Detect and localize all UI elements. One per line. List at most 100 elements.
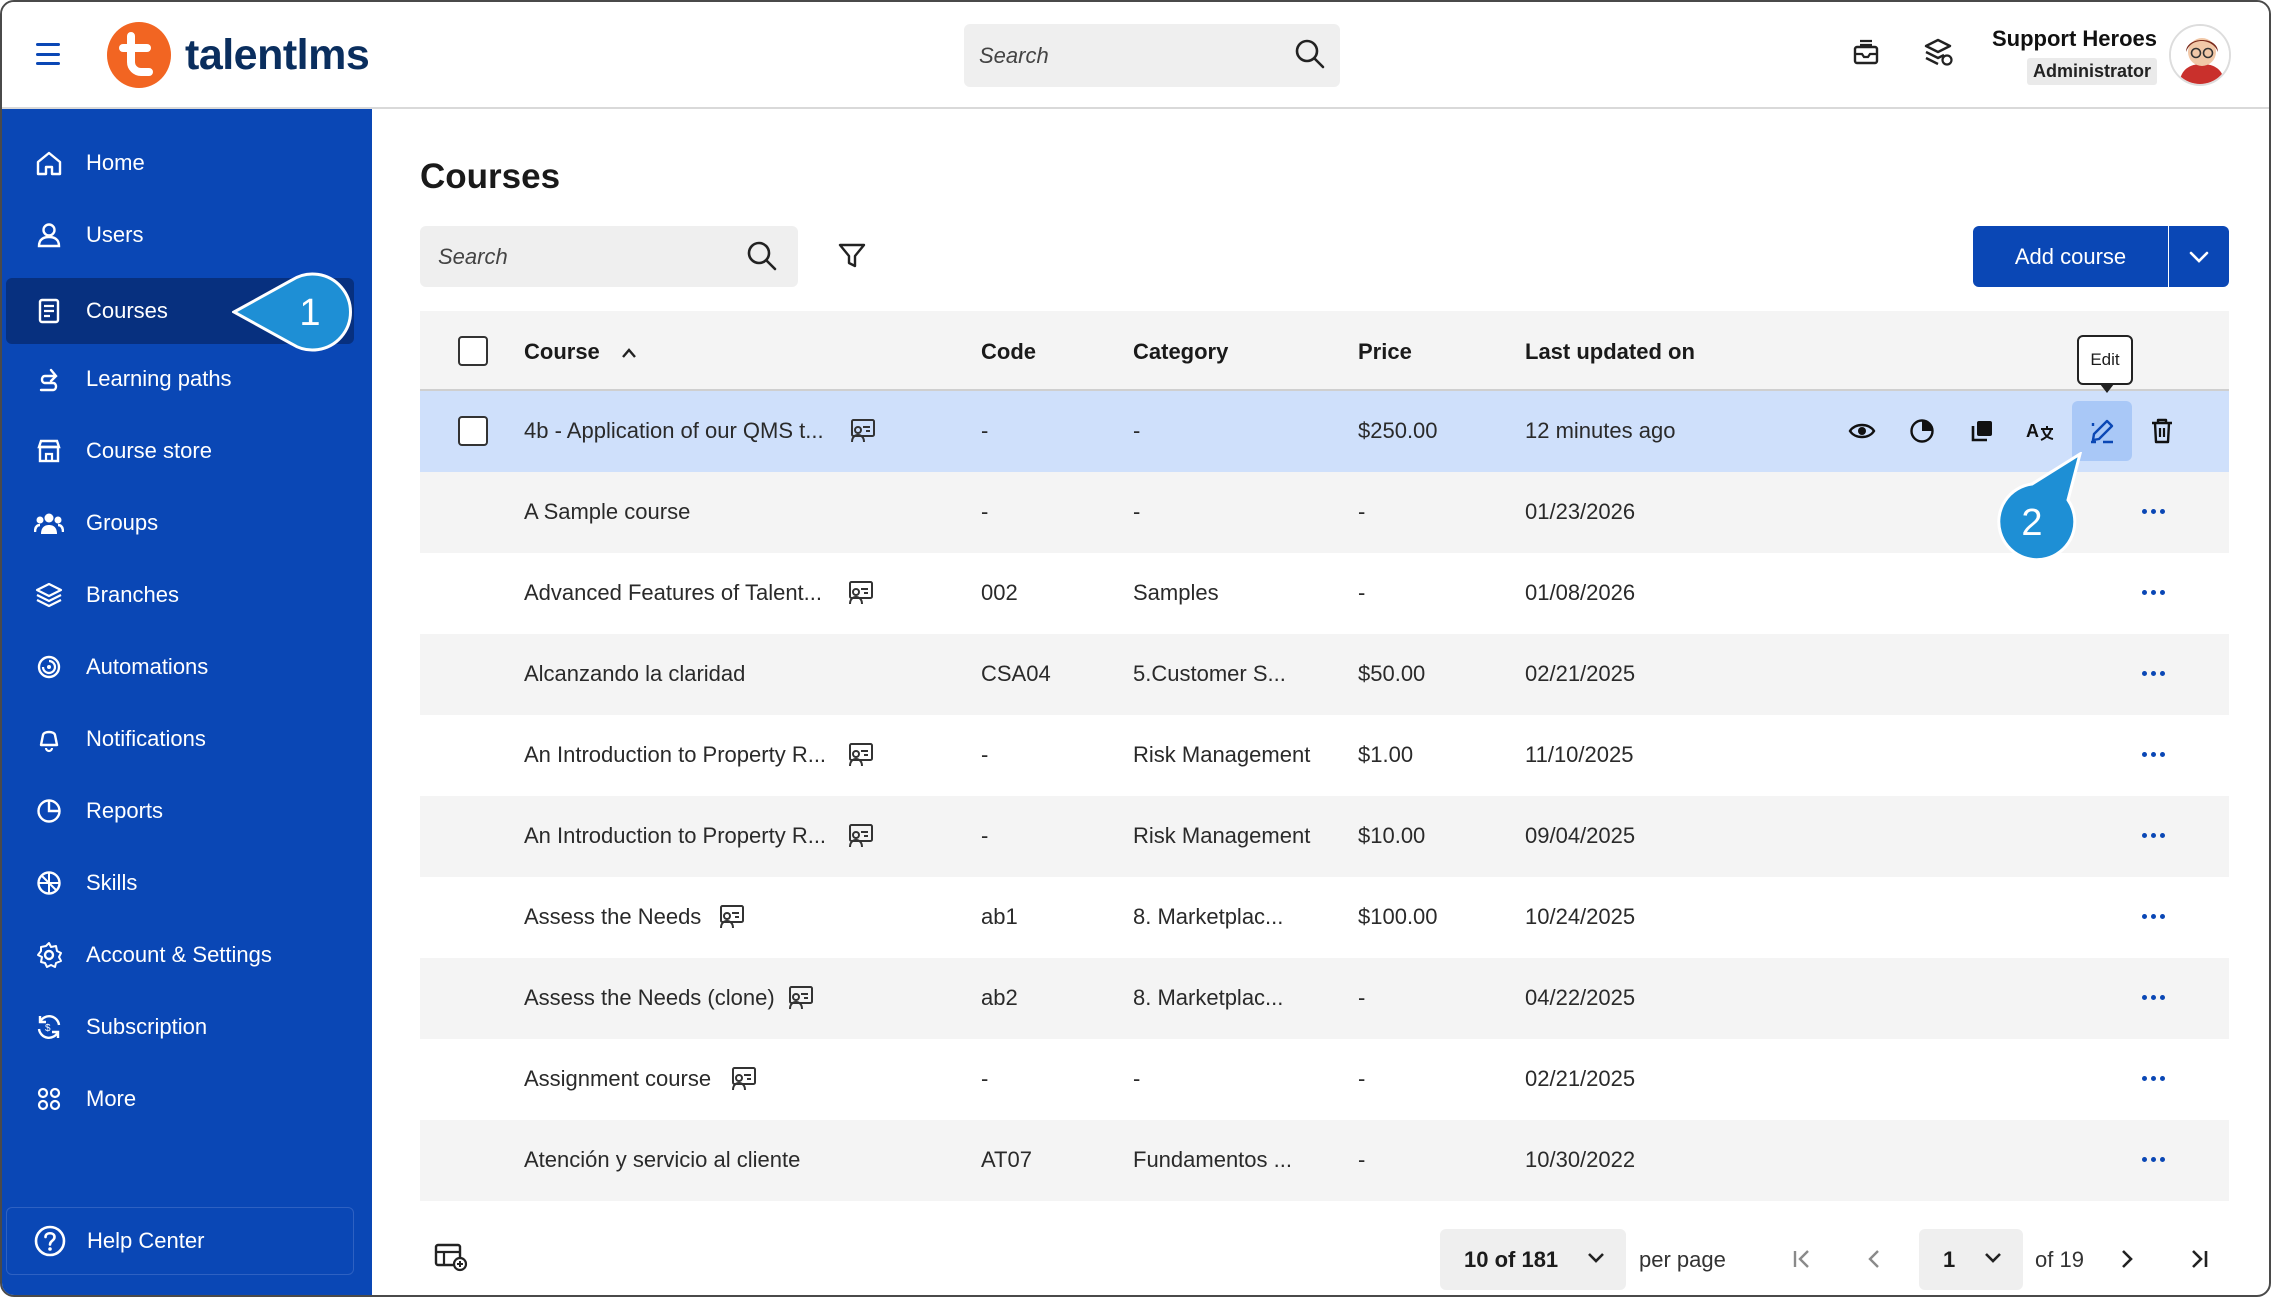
table-row[interactable]: An Introduction to Property R... - Risk … [420,796,2229,877]
courses-icon [32,294,66,328]
sort-asc-icon[interactable] [620,347,638,359]
course-name[interactable]: Alcanzando la claridad [524,661,745,687]
row-actions-menu-icon[interactable] [2142,671,2165,676]
table-row[interactable]: Atención y servicio al cliente AT07 Fund… [420,1120,2229,1201]
course-name[interactable]: An Introduction to Property R... [524,823,826,849]
course-name[interactable]: 4b - Application of our QMS t... [524,418,824,444]
sidebar-item-label: Automations [86,654,209,679]
preview-eye-icon[interactable] [1842,411,1882,451]
global-search-input[interactable] [979,24,1279,87]
course-updated: 11/10/2025 [1525,742,1634,767]
select-all-checkbox[interactable] [458,336,488,366]
course-category: 8. Marketplac... [1133,985,1284,1010]
export-table-icon[interactable] [434,1242,468,1277]
course-code: - [981,499,989,524]
clone-icon[interactable] [1962,411,2002,451]
courses-search[interactable] [420,226,798,287]
messages-icon[interactable] [1850,36,1884,70]
course-name[interactable]: Advanced Features of Talent... [524,580,822,606]
sidebar-item-label: Learning paths [86,366,232,391]
add-course-dropdown[interactable] [2169,226,2229,287]
column-category[interactable]: Category [1133,339,1228,365]
course-name[interactable]: A Sample course [524,499,690,525]
row-actions-menu-icon[interactable] [2142,1157,2165,1162]
row-actions-menu-icon[interactable] [2142,752,2165,757]
page-select[interactable]: 1 [1919,1229,2023,1290]
avatar[interactable] [2169,24,2231,86]
add-course-button[interactable]: Add course [1973,226,2168,287]
courses-search-input[interactable] [438,226,738,287]
sidebar-item-groups[interactable]: Groups [6,490,354,556]
reports-pie-icon[interactable] [1902,411,1942,451]
row-actions-menu-icon[interactable] [2142,1076,2165,1081]
translate-icon[interactable]: A [2020,411,2060,451]
row-checkbox[interactable] [458,416,488,446]
course-price: - [1358,985,1366,1010]
search-icon[interactable] [1294,38,1326,75]
course-name[interactable]: Assess the Needs (clone) [524,985,775,1011]
course-updated: 02/21/2025 [1525,1066,1636,1091]
next-page-icon[interactable] [2109,1242,2143,1276]
hamburger-menu-icon[interactable] [36,43,60,65]
course-name[interactable]: Atención y servicio al cliente [524,1147,800,1173]
column-price[interactable]: Price [1358,339,1412,365]
filter-icon[interactable] [837,242,867,275]
row-actions-menu-icon[interactable] [2142,509,2165,514]
user-icon [32,218,66,252]
help-center-button[interactable]: Help Center [6,1207,354,1275]
sidebar-item-more[interactable]: More [6,1066,354,1132]
user-name[interactable]: Support Heroes [1992,26,2157,52]
sidebar-item-reports[interactable]: Reports [6,778,354,844]
courses-table: Course Code Category Price Last updated … [420,311,2229,1201]
delete-trash-icon[interactable] [2142,411,2182,451]
sidebar-item-subscription[interactable]: $ Subscription [6,994,354,1060]
global-search[interactable] [964,24,1340,87]
sidebar-item-home[interactable]: Home [6,130,354,196]
search-icon[interactable] [746,240,778,277]
sidebar-item-automations[interactable]: Automations [6,634,354,700]
table-row[interactable]: A Sample course - - - 01/23/2026 [420,472,2229,553]
sidebar-item-users[interactable]: Users [6,202,354,268]
column-code[interactable]: Code [981,339,1036,365]
course-name[interactable]: An Introduction to Property R... [524,742,826,768]
instructor-led-icon [717,902,747,930]
sidebar-item-label: Course store [86,438,212,463]
course-name[interactable]: Assess the Needs [524,904,701,930]
table-row[interactable]: Assess the Needs (clone) ab2 8. Marketpl… [420,958,2229,1039]
table-row[interactable]: Advanced Features of Talent... 002 Sampl… [420,553,2229,634]
course-category: 8. Marketplac... [1133,904,1284,929]
table-row[interactable]: Assess the Needs ab1 8. Marketplac... $1… [420,877,2229,958]
course-code: - [981,418,989,443]
sidebar-item-account-settings[interactable]: Account & Settings [6,922,354,988]
sidebar-item-branches[interactable]: Branches [6,562,354,628]
previous-page-icon[interactable] [1858,1242,1892,1276]
row-actions-menu-icon[interactable] [2142,833,2165,838]
sidebar-item-label: Skills [86,870,138,895]
first-page-icon[interactable] [1785,1242,1819,1276]
sidebar-item-learning-paths[interactable]: Learning paths [6,346,354,412]
row-actions-menu-icon[interactable] [2142,590,2165,595]
sidebar-item-notifications[interactable]: Notifications [6,706,354,772]
per-page-select[interactable]: 10 of 181 [1440,1229,1626,1290]
course-price: - [1358,499,1366,524]
row-actions-menu-icon[interactable] [2142,995,2165,1000]
user-role-badge[interactable]: Administrator [2026,58,2157,85]
sidebar-item-skills[interactable]: Skills [6,850,354,916]
instructor-led-icon [846,740,876,768]
course-updated: 02/21/2025 [1525,661,1636,686]
row-actions-menu-icon[interactable] [2142,914,2165,919]
table-body: 4b - Application of our QMS t... - - $25… [420,391,2229,1201]
column-course[interactable]: Course [524,339,638,365]
column-last-updated[interactable]: Last updated on [1525,339,1695,365]
branches-switch-icon[interactable] [1922,36,1956,70]
table-row[interactable]: Assignment course - - - 02/21/2025 [420,1039,2229,1120]
branches-icon [32,578,66,612]
course-category: Risk Management [1133,742,1311,767]
table-row[interactable]: Alcanzando la claridad CSA04 5.Customer … [420,634,2229,715]
logo[interactable]: talentlms [107,22,370,88]
course-name[interactable]: Assignment course [524,1066,711,1092]
sidebar-item-course-store[interactable]: Course store [6,418,354,484]
last-page-icon[interactable] [2182,1242,2216,1276]
table-row[interactable]: An Introduction to Property R... - Risk … [420,715,2229,796]
table-row[interactable]: 4b - Application of our QMS t... - - $25… [420,391,2229,472]
